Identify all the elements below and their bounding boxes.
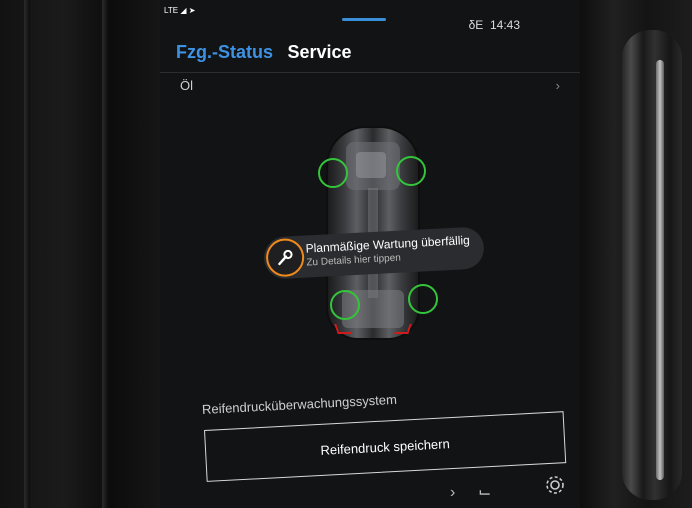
wrench-icon	[265, 237, 306, 278]
chevron-right-icon[interactable]: ›	[450, 484, 455, 502]
car-engine	[356, 152, 386, 178]
tab-fzg-status[interactable]: Fzg.-Status	[176, 42, 273, 63]
tpms-label: Reifendrucküberwachungssystem	[201, 391, 398, 417]
oil-label: Öl	[180, 78, 193, 93]
network-indicator: LTE ◢ ➤	[164, 6, 195, 15]
notification-subtitle: Zu Details hier tippen	[306, 252, 402, 269]
tab-bar: Fzg.-Status Service	[176, 42, 362, 72]
tab-service[interactable]: Service	[287, 42, 351, 63]
seat-icon[interactable]: ⌙	[478, 482, 491, 502]
chevron-right-icon: ›	[555, 78, 560, 93]
network-label: LTE	[164, 6, 179, 15]
infotainment-screen: LTE ◢ ➤ δΕ 14:43 Fzg.-Status Service Öl …	[160, 0, 580, 508]
oil-row[interactable]: Öl ›	[180, 78, 572, 96]
tire-front-left-status	[318, 158, 348, 188]
pull-down-handle[interactable]	[342, 18, 386, 21]
location-icon: ➤	[188, 6, 196, 15]
maintenance-notification[interactable]: Planmäßige Wartung überfällig Zu Details…	[263, 226, 485, 280]
right-bezel	[580, 0, 692, 508]
air-vent-bar	[656, 60, 664, 480]
tire-rear-left-status	[330, 290, 360, 320]
left-trim-rib	[24, 0, 30, 508]
bottom-bar: › ⌙	[160, 476, 580, 508]
notification-title: Planmäßige Wartung überfällig	[305, 232, 471, 256]
save-tire-pressure-button[interactable]: Reifendruck speichern	[204, 411, 567, 482]
status-right: δΕ 14:43	[469, 18, 520, 32]
status-bar: LTE ◢ ➤ δΕ 14:43	[160, 0, 580, 32]
tire-front-right-status	[396, 156, 426, 186]
left-bezel	[0, 0, 160, 508]
status-extra: δΕ	[468, 18, 484, 32]
clock: 14:43	[489, 18, 520, 32]
signal-icon: ◢	[180, 6, 187, 15]
taillight-right	[394, 324, 412, 334]
air-vent	[622, 30, 682, 500]
gear-icon[interactable]	[544, 474, 566, 496]
tire-rear-right-status	[408, 284, 438, 314]
left-trim-rib	[102, 0, 108, 508]
divider	[160, 72, 580, 73]
